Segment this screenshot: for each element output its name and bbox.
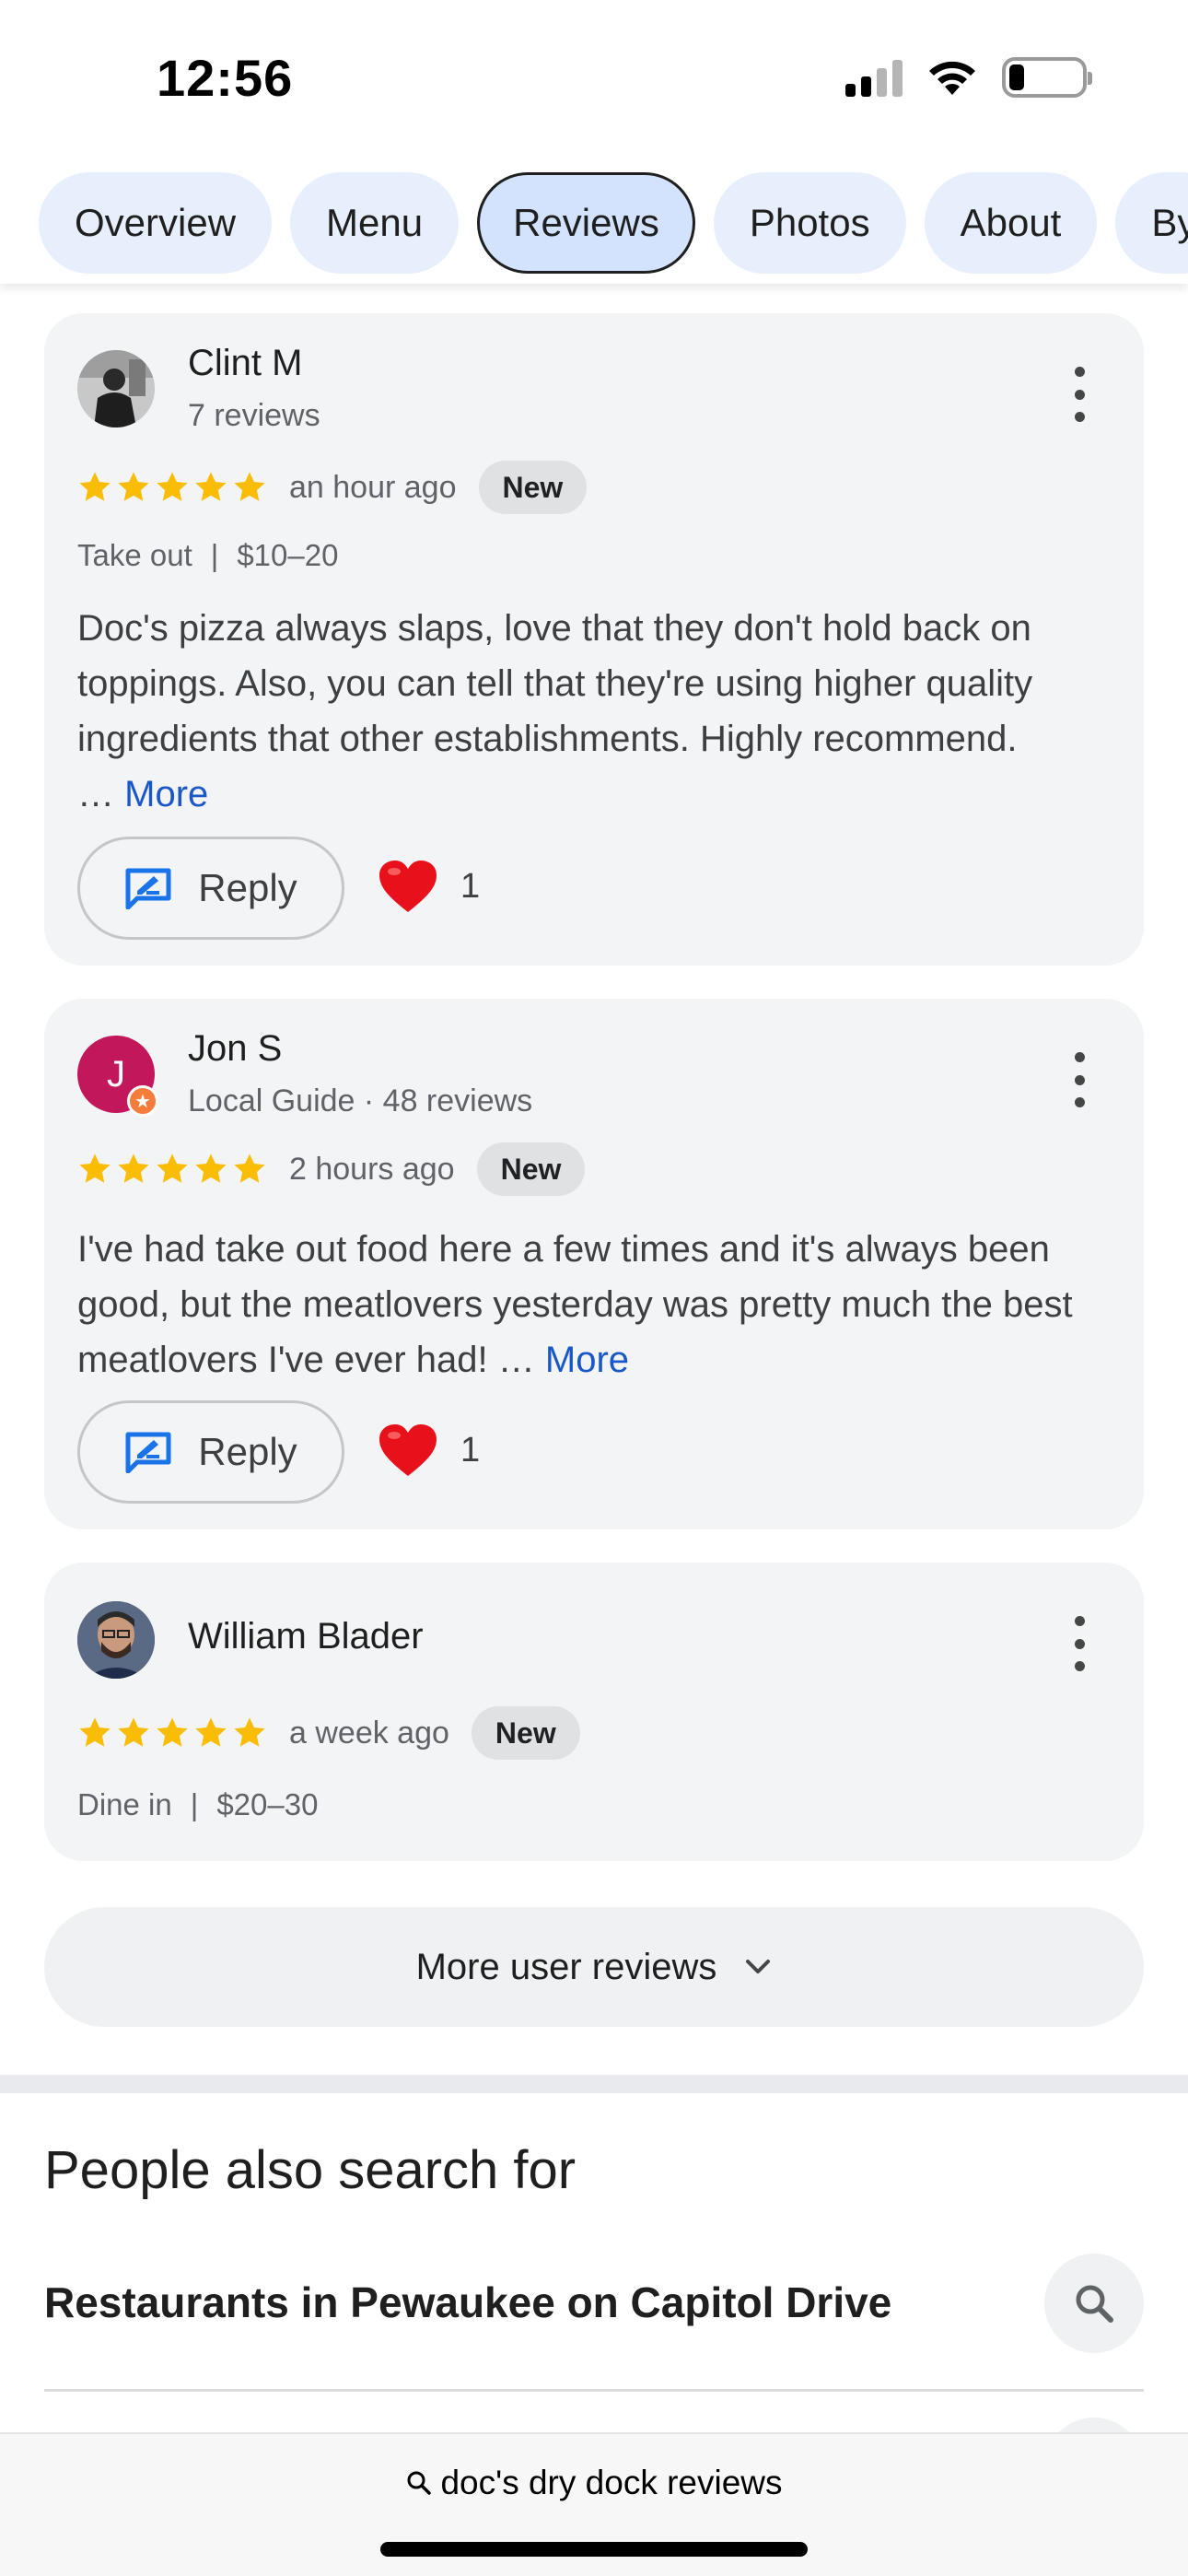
review-card: William Blader a week ago New Dine in | $2… [44, 1563, 1144, 1861]
separator: | [190, 1787, 199, 1821]
review-card: J ★ Jon S Local Guide · 48 reviews 2 hou… [44, 999, 1144, 1529]
star-icon [195, 472, 227, 501]
star-icon [234, 1717, 265, 1747]
avatar[interactable] [77, 1601, 155, 1679]
like-reaction[interactable]: 1 [378, 1423, 480, 1478]
search-icon [407, 2471, 432, 2495]
tab-reviews[interactable]: Reviews [477, 172, 695, 274]
more-link[interactable]: More [545, 1340, 629, 1380]
star-rating [77, 470, 267, 505]
star-icon [157, 1717, 188, 1747]
avatar[interactable]: J ★ [77, 1036, 158, 1117]
browser-bottom-bar[interactable]: doc's dry dock reviews [0, 2432, 1188, 2576]
star-icon [195, 1717, 227, 1747]
reply-button[interactable]: Reply [77, 1400, 344, 1504]
more-link[interactable]: More [124, 774, 208, 814]
review-card: Clint M 7 reviews an hour ago New Take o… [44, 313, 1144, 966]
like-count: 1 [460, 866, 481, 906]
star-icon [157, 472, 188, 501]
new-badge: New [478, 461, 588, 514]
review-body: Doc's pizza always slaps, love that they… [77, 608, 1033, 759]
heart-icon [379, 1424, 437, 1476]
reviewer-name[interactable]: Clint M [188, 343, 302, 384]
star-icon [157, 1153, 188, 1183]
star-rating [77, 1152, 267, 1187]
like-reaction[interactable]: 1 [378, 859, 480, 914]
service-type: Take out [77, 538, 192, 572]
star-rating [77, 1715, 267, 1751]
review-time: an hour ago [289, 469, 457, 505]
people-also-search-title: People also search for [44, 2140, 577, 2200]
reply-edit-icon [125, 868, 171, 909]
wifi-icon [926, 58, 978, 97]
section-divider [0, 2075, 1188, 2093]
review-time: 2 hours ago [289, 1151, 455, 1187]
star-icon [79, 1717, 111, 1747]
reviewer-meta: Local Guide · 48 reviews [188, 1083, 533, 1118]
reply-label: Reply [198, 1430, 297, 1473]
new-badge: New [471, 1706, 580, 1760]
reply-button[interactable]: Reply [77, 837, 344, 940]
related-search-item[interactable]: Restaurants in Pewaukee on Capitol Drive [44, 2254, 1144, 2392]
star-icon [118, 1717, 149, 1747]
new-badge: New [476, 1142, 586, 1196]
star-icon [118, 472, 149, 501]
star-icon [79, 472, 111, 501]
avatar[interactable] [77, 350, 155, 427]
status-icons [845, 57, 1092, 98]
heart-icon [379, 861, 437, 912]
reviewer-name[interactable]: Jon S [188, 1028, 282, 1070]
star-icon [234, 1153, 265, 1183]
cellular-signal-icon [845, 58, 903, 97]
star-icon [195, 1153, 227, 1183]
tab-bar: Overview Menu Reviews Photos About By [0, 157, 1188, 284]
related-search-label[interactable]: Restaurants in Pewaukee on Capitol Drive [44, 2277, 891, 2327]
service-type: Dine in [77, 1787, 172, 1821]
chevron-down-icon [746, 1960, 771, 1973]
ellipsis: … [497, 1340, 535, 1380]
more-vert-icon[interactable] [1070, 1052, 1089, 1107]
rating-row: 2 hours ago New [77, 1142, 586, 1196]
home-indicator[interactable] [380, 2542, 808, 2557]
more-vert-icon[interactable] [1070, 1616, 1089, 1671]
status-time: 12:56 [157, 49, 294, 107]
reviewer-meta: 7 reviews [188, 398, 320, 433]
separator: | [210, 538, 219, 572]
more-user-reviews-button[interactable]: More user reviews [44, 1907, 1144, 2027]
tab-overview[interactable]: Overview [39, 172, 273, 274]
search-icon[interactable] [1044, 2254, 1144, 2353]
review-text: Doc's pizza always slaps, love that they… [77, 601, 1118, 822]
service-info: Take out | $10–20 [77, 538, 338, 573]
search-query-text: doc's dry dock reviews [440, 2464, 783, 2501]
tab-list: Overview Menu Reviews Photos About By [39, 172, 1188, 274]
review-text: I've had take out food here a few times … [77, 1222, 1118, 1388]
ellipsis: … [77, 774, 114, 814]
star-icon [79, 1153, 111, 1183]
tab-by[interactable]: By [1115, 172, 1188, 274]
reviewer-name[interactable]: William Blader [188, 1616, 424, 1657]
price-range: $10–20 [237, 538, 339, 572]
reply-label: Reply [198, 866, 297, 909]
like-count: 1 [460, 1430, 481, 1469]
price-range: $20–30 [216, 1787, 319, 1821]
star-icon [118, 1153, 149, 1183]
star-icon [234, 472, 265, 501]
search-query-bar[interactable]: doc's dry dock reviews [0, 2464, 1188, 2502]
reply-edit-icon [125, 1432, 171, 1473]
more-user-reviews-label: More user reviews [415, 1946, 717, 1987]
rating-row: an hour ago New [77, 461, 588, 514]
status-bar: 12:56 [0, 0, 1188, 157]
tab-menu[interactable]: Menu [290, 172, 460, 274]
more-vert-icon[interactable] [1070, 367, 1089, 422]
rating-row: a week ago New [77, 1706, 580, 1760]
review-time: a week ago [289, 1715, 449, 1751]
local-guide-icon: ★ [127, 1085, 158, 1117]
service-info: Dine in | $20–30 [77, 1787, 318, 1822]
tab-about[interactable]: About [924, 172, 1098, 274]
battery-icon [1002, 57, 1092, 98]
tab-photos[interactable]: Photos [713, 172, 906, 274]
